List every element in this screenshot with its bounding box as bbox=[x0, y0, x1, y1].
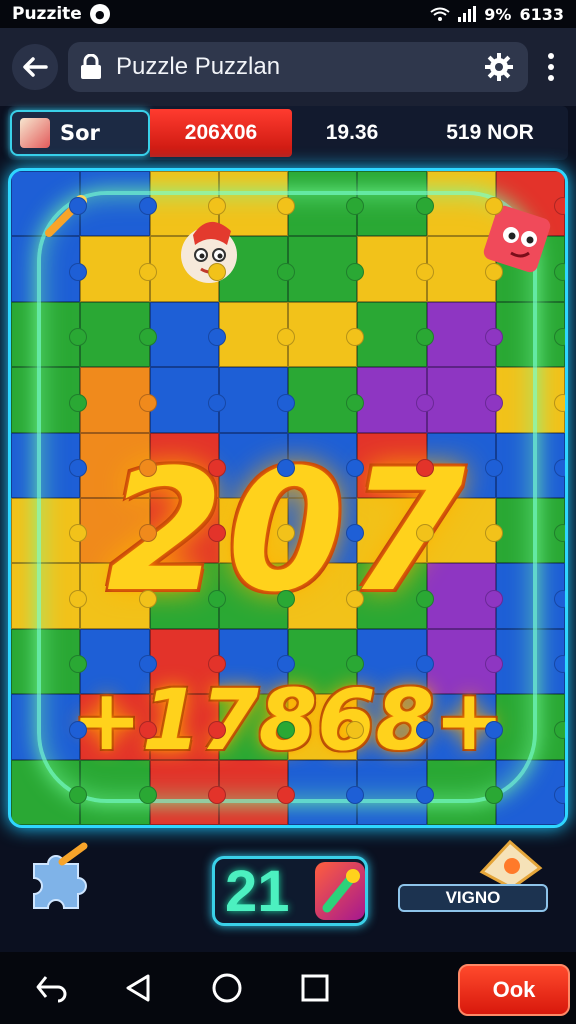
puzzle-tile[interactable] bbox=[218, 759, 296, 825]
status-time: 6133 bbox=[519, 4, 564, 24]
settings-button[interactable] bbox=[482, 50, 516, 84]
lock-icon bbox=[81, 54, 101, 79]
score-main: 206X06 bbox=[150, 109, 292, 157]
status-app-name: Puzzite bbox=[12, 4, 82, 24]
wifi-icon bbox=[430, 7, 450, 21]
puzzle-tile[interactable] bbox=[218, 301, 296, 368]
nav-home-button[interactable] bbox=[190, 958, 264, 1018]
puzzle-tile[interactable] bbox=[288, 236, 365, 302]
puzzle-tile[interactable] bbox=[495, 367, 565, 433]
nav-back-button[interactable] bbox=[14, 958, 88, 1018]
tool-row: 21 VIGNO bbox=[0, 832, 576, 950]
puzzle-tile[interactable] bbox=[357, 171, 434, 237]
app-bar: Puzzle Puzzlan bbox=[0, 28, 576, 106]
booster-icon bbox=[315, 862, 365, 920]
puzzle-tile[interactable] bbox=[288, 367, 365, 433]
recents-square-icon bbox=[301, 974, 329, 1002]
puzzle-tile[interactable] bbox=[357, 301, 434, 368]
puzzle-tile[interactable] bbox=[80, 236, 157, 302]
puzzle-tile[interactable] bbox=[495, 301, 565, 368]
hint-piece-icon[interactable] bbox=[474, 832, 548, 890]
puzzle-tile[interactable] bbox=[288, 171, 365, 237]
puzzle-tile[interactable] bbox=[80, 367, 157, 433]
signal-icon bbox=[458, 6, 477, 22]
puzzle-tile[interactable] bbox=[218, 367, 296, 433]
bonus-number: +17868+ bbox=[71, 671, 505, 769]
puzzle-tile[interactable] bbox=[426, 367, 504, 433]
moves-counter[interactable]: 21 bbox=[212, 856, 368, 926]
page-title: Puzzle Puzzlan bbox=[116, 53, 281, 80]
puzzle-tile[interactable] bbox=[357, 367, 434, 433]
puzzle-tile[interactable] bbox=[11, 236, 88, 302]
puzzle-tile[interactable] bbox=[357, 759, 434, 825]
ok-button[interactable]: Ook bbox=[458, 964, 570, 1016]
undo-arrow-icon bbox=[36, 976, 67, 1003]
player-name: Sor bbox=[60, 121, 100, 145]
notification-app-icon: ● bbox=[89, 4, 110, 24]
puzzle-tile[interactable] bbox=[288, 759, 365, 825]
puzzle-tile[interactable] bbox=[149, 301, 227, 368]
nav-triangle-button[interactable] bbox=[102, 958, 176, 1018]
battery-level: 9% bbox=[484, 4, 512, 24]
puzzle-tile[interactable] bbox=[149, 367, 227, 433]
puzzle-tile[interactable] bbox=[11, 367, 88, 433]
puzzle-tile[interactable] bbox=[11, 301, 88, 368]
puzzle-board[interactable]: 207 +17868+ bbox=[8, 168, 568, 828]
puzzle-piece-tool-icon[interactable] bbox=[22, 842, 96, 916]
back-button[interactable] bbox=[12, 44, 58, 90]
puzzle-tile[interactable] bbox=[80, 301, 157, 368]
puzzle-tile[interactable] bbox=[80, 759, 157, 825]
puzzle-tile[interactable] bbox=[426, 759, 504, 825]
player-card[interactable]: Sor bbox=[10, 110, 150, 156]
puzzle-tile[interactable] bbox=[357, 236, 434, 302]
address-bar[interactable]: Puzzle Puzzlan bbox=[68, 42, 528, 92]
puzzle-tile[interactable] bbox=[11, 759, 88, 825]
status-left: Puzzite ● bbox=[12, 4, 110, 24]
counter-value: 21 bbox=[225, 858, 290, 924]
hint-button[interactable]: VIGNO bbox=[398, 884, 548, 912]
puzzle-tile[interactable] bbox=[288, 301, 365, 368]
navigation-bar: Ook bbox=[0, 952, 576, 1024]
status-right: 9% 6133 bbox=[430, 5, 564, 24]
puzzle-tile[interactable] bbox=[426, 301, 504, 368]
gear-icon bbox=[485, 53, 513, 81]
more-vert-icon[interactable] bbox=[538, 44, 564, 90]
puzzle-tile[interactable] bbox=[149, 759, 227, 825]
triangle-back-icon bbox=[126, 974, 150, 1002]
nav-recents-button[interactable] bbox=[278, 958, 352, 1018]
score-right: 519 NOR bbox=[446, 121, 534, 144]
status-bar: Puzzite ● 9% 6133 bbox=[0, 0, 576, 28]
score-mid: 19.36 bbox=[325, 121, 379, 144]
score-bar: Sor 206X06 19.36 519 NOR bbox=[8, 106, 568, 160]
home-circle-icon bbox=[212, 973, 242, 1003]
back-arrow-icon bbox=[23, 57, 48, 77]
player-avatar bbox=[20, 118, 50, 148]
puzzle-tile[interactable] bbox=[495, 759, 565, 825]
